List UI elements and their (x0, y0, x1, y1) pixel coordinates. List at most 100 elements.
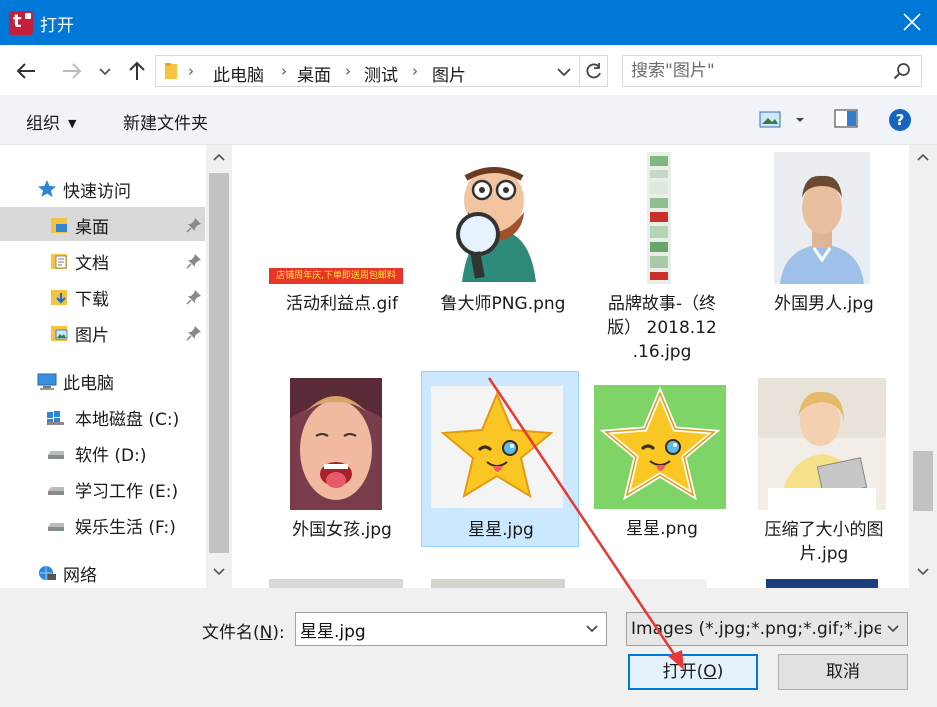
address-history-chevron-icon[interactable] (554, 62, 574, 82)
sidebar-item-quick-access[interactable]: 快速访问 (0, 171, 205, 205)
sidebar-item-network[interactable]: 网络 (0, 555, 205, 589)
breadcrumb-pictures[interactable]: 图片 (432, 61, 466, 86)
forward-arrow-icon[interactable] (60, 59, 84, 83)
scrollbar-thumb[interactable] (209, 173, 229, 553)
search-box[interactable] (622, 55, 922, 87)
sidebar-item-label: 图片 (75, 326, 109, 346)
file-name: 外国女孩.jpg (292, 520, 392, 540)
preview-pane-button[interactable] (834, 108, 858, 130)
organize-menu[interactable]: 组织 ▼ (26, 109, 76, 134)
address-divider (579, 56, 580, 86)
address-bar[interactable]: › 此电脑 › 桌面 › 测试 › 图片 (155, 55, 608, 87)
file-thumbnail-partial[interactable] (269, 579, 403, 588)
open-button[interactable]: 打开(O) (628, 654, 758, 690)
change-view-button[interactable] (758, 109, 808, 131)
file-tile[interactable]: 外国女孩.jpg (263, 371, 421, 547)
file-tile[interactable]: 压缩了大小的图 片.jpg (745, 371, 903, 571)
windows-drive-icon (47, 411, 64, 425)
file-thumbnail (431, 386, 563, 508)
open-file-dialog: t 打开 › 此电脑 › 桌面 › 测试 › 图片 搜索"图片" 组织 ▼ 新建… (0, 0, 937, 707)
computer-icon (37, 373, 57, 390)
chevron-down-icon[interactable] (584, 621, 600, 637)
sidebar-item-drive-f[interactable]: 娱乐生活 (F:) (0, 507, 205, 541)
file-tile[interactable]: 外国男人.jpg (745, 145, 903, 345)
file-name: 品牌故事-（终 版） 2018.12 .16.jpg (583, 292, 741, 364)
scroll-up-icon[interactable] (917, 153, 929, 161)
filename-label: 文件名(N): (202, 623, 285, 643)
sidebar-item-label: 网络 (63, 566, 97, 586)
file-name: 活动利益点.gif (286, 294, 398, 314)
scrollbar-thumb[interactable] (913, 451, 933, 511)
close-icon (903, 13, 921, 31)
breadcrumb-this-pc[interactable]: 此电脑 (213, 61, 264, 86)
file-name: 压缩了大小的图 片.jpg (745, 518, 903, 566)
sidebar-item-desktop[interactable]: 桌面 (0, 207, 205, 241)
navigation-pane-scrollbar[interactable] (206, 145, 232, 588)
scroll-up-icon[interactable] (213, 153, 225, 161)
sidebar-item-downloads[interactable]: 下载 (0, 279, 205, 313)
sidebar-item-pictures[interactable]: 图片 (0, 315, 205, 349)
pin-icon[interactable] (186, 253, 202, 269)
file-tile[interactable]: 店铺周年庆,下单即送周包邮料 活动利益点.gif (263, 145, 421, 345)
title-bar[interactable]: t 打开 (0, 0, 937, 45)
file-name: 星星.png (626, 519, 698, 539)
refresh-icon[interactable] (584, 61, 604, 81)
breadcrumb-desktop[interactable]: 桌面 (297, 61, 331, 86)
documents-folder-icon (51, 254, 67, 269)
filename-combobox[interactable] (295, 612, 607, 646)
file-thumbnail (774, 152, 870, 284)
file-thumbnail (758, 378, 886, 510)
pin-icon[interactable] (186, 217, 202, 233)
sidebar-item-label: 下载 (75, 290, 109, 310)
file-tile[interactable]: 鲁大师PNG.png (424, 145, 582, 345)
file-thumbnail-partial[interactable] (431, 579, 565, 588)
sidebar-item-drive-d[interactable]: 软件 (D:) (0, 435, 205, 469)
sidebar-item-documents[interactable]: 文档 (0, 243, 205, 277)
filename-input[interactable] (296, 613, 576, 645)
sidebar-item-this-pc[interactable]: 此电脑 (0, 363, 205, 397)
breadcrumb-test[interactable]: 测试 (364, 61, 398, 86)
search-icon[interactable] (893, 62, 911, 80)
pin-icon[interactable] (186, 325, 202, 341)
file-list-scrollbar[interactable] (909, 145, 937, 588)
pin-icon[interactable] (186, 289, 202, 305)
file-name: 星星.jpg (468, 520, 534, 540)
search-input[interactable] (623, 56, 883, 86)
close-button[interactable] (887, 0, 937, 45)
file-name: 外国男人.jpg (774, 294, 874, 314)
sidebar-item-label: 桌面 (75, 218, 109, 238)
sidebar-item-label: 本地磁盘 (C:) (75, 410, 180, 430)
scroll-down-icon[interactable] (917, 568, 929, 576)
file-name-line: 品牌故事-（终 (607, 294, 717, 314)
file-tile[interactable]: 品牌故事-（终 版） 2018.12 .16.jpg (583, 145, 741, 370)
file-thumbnail-partial[interactable] (623, 579, 707, 588)
downloads-folder-icon (51, 290, 67, 305)
network-icon (39, 566, 56, 580)
file-thumbnail (432, 152, 564, 284)
cancel-button[interactable]: 取消 (778, 654, 908, 690)
scroll-down-icon[interactable] (213, 568, 225, 576)
desktop-folder-icon (51, 218, 67, 233)
chevron-down-icon[interactable] (885, 621, 901, 637)
help-icon[interactable]: ? (888, 108, 912, 132)
drive-icon (48, 487, 64, 495)
back-arrow-icon[interactable] (14, 59, 38, 83)
window-title: 打开 (40, 16, 74, 36)
new-folder-button[interactable]: 新建文件夹 (123, 109, 208, 134)
sidebar-item-label: 此电脑 (63, 374, 114, 394)
sidebar-item-drive-c[interactable]: 本地磁盘 (C:) (0, 399, 205, 433)
file-name-line: 压缩了大小的图 (764, 520, 884, 540)
view-thumbnails-icon (759, 111, 804, 128)
file-tile[interactable]: 星星.png (583, 371, 741, 547)
file-thumbnail (290, 378, 382, 510)
recent-locations-chevron-icon[interactable] (96, 59, 114, 83)
up-arrow-icon[interactable] (125, 59, 149, 83)
file-type-select[interactable]: Images (*.jpg;*.png;*.gif;*.jpeg) (626, 612, 908, 646)
sidebar-item-label: 软件 (D:) (75, 446, 147, 466)
command-toolbar: 组织 ▼ 新建文件夹 (0, 95, 937, 145)
drive-icon (48, 451, 64, 459)
file-thumbnail-partial[interactable] (766, 579, 878, 588)
sidebar-item-drive-e[interactable]: 学习工作 (E:) (0, 471, 205, 505)
file-list[interactable]: 店铺周年庆,下单即送周包邮料 活动利益点.gif 鲁大师PNG.png 品牌故事… (233, 145, 909, 588)
file-tile-selected[interactable]: 星星.jpg (421, 371, 579, 547)
